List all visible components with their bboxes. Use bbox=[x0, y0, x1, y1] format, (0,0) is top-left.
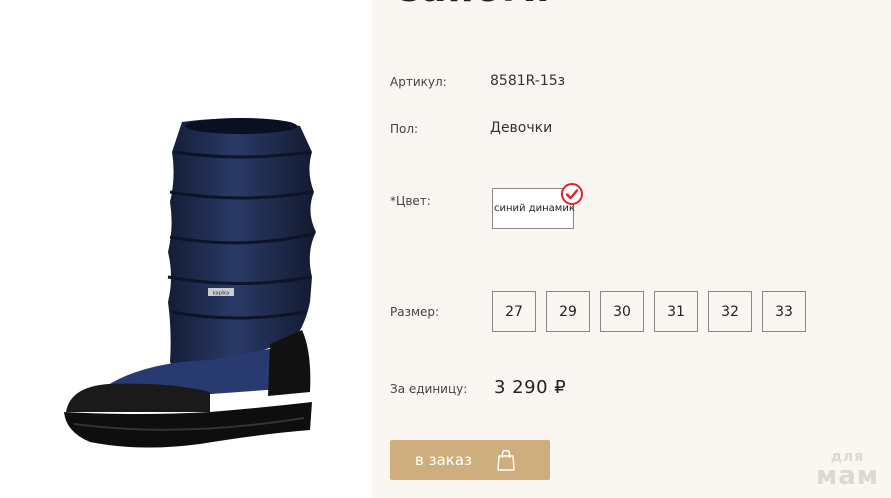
watermark-line2: мам bbox=[815, 461, 879, 491]
size-option-29[interactable]: 29 bbox=[546, 291, 590, 332]
article-value: 8581R-15з bbox=[490, 73, 566, 89]
price-value: 3 290 ₽ bbox=[494, 377, 567, 398]
size-option-27[interactable]: 27 bbox=[492, 291, 536, 332]
watermark-logo: для мам bbox=[815, 450, 879, 491]
gender-value: Девочки bbox=[490, 120, 553, 136]
add-to-order-button[interactable]: в заказ bbox=[390, 440, 550, 480]
article-label: Артикул: bbox=[390, 75, 447, 89]
product-image-panel: kapika bbox=[0, 0, 372, 498]
product-title: Сапоги bbox=[392, 0, 550, 10]
order-button-label: в заказ bbox=[415, 451, 473, 469]
size-option-33[interactable]: 33 bbox=[762, 291, 806, 332]
check-circle-icon bbox=[561, 183, 583, 205]
product-image: kapika bbox=[64, 118, 316, 448]
price-label: За единицу: bbox=[390, 382, 468, 396]
gender-label: Пол: bbox=[390, 122, 419, 136]
size-option-31[interactable]: 31 bbox=[654, 291, 698, 332]
size-options: 27 29 30 31 32 33 bbox=[492, 291, 806, 332]
product-details-panel: Сапоги Артикул: 8581R-15з Пол: Девочки *… bbox=[372, 0, 891, 498]
shopping-bag-icon bbox=[497, 449, 515, 471]
color-label: *Цвет: bbox=[390, 194, 431, 208]
size-label: Размер: bbox=[390, 305, 440, 319]
size-option-30[interactable]: 30 bbox=[600, 291, 644, 332]
image-badge-text: kapika bbox=[213, 291, 229, 297]
size-option-32[interactable]: 32 bbox=[708, 291, 752, 332]
